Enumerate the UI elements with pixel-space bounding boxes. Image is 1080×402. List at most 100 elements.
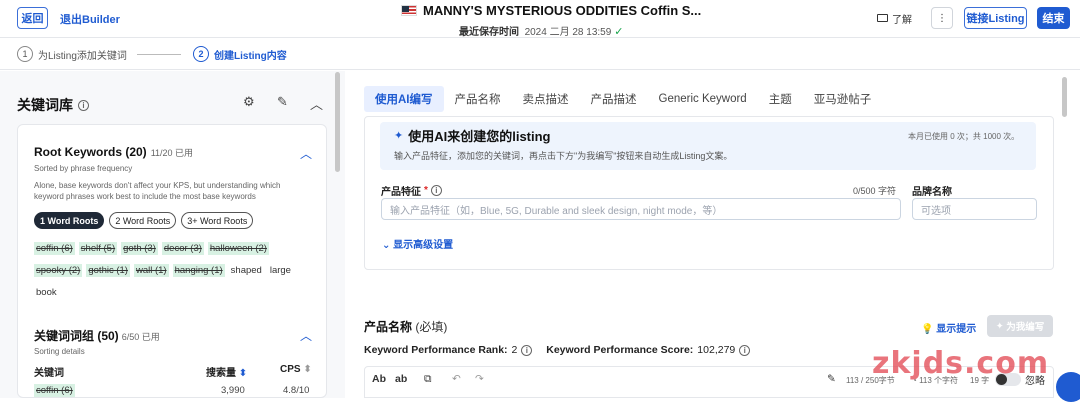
capitalize-button[interactable]: Ab [372, 373, 386, 385]
keyword-library-title: 关键词库 [17, 97, 73, 113]
column-cps[interactable]: CPS ⬍ [280, 364, 312, 375]
watermark: zkjds.com [872, 346, 1050, 381]
step-2[interactable]: 2 创建Listing内容 [193, 46, 287, 62]
root-keyword[interactable]: large [268, 264, 293, 277]
learn-button[interactable]: 了解 [871, 7, 918, 29]
tab-generic-keyword[interactable]: Generic Keyword [648, 86, 758, 112]
root-keyword[interactable]: spooky (2) [34, 264, 83, 277]
feature-char-count: 0/500 字符 [853, 186, 897, 196]
info-icon[interactable]: i [78, 99, 89, 111]
pencil-icon[interactable]: ✎ [827, 373, 836, 385]
root-keyword[interactable]: wall (1) [133, 264, 169, 277]
kps-label: Keyword Performance Score: [546, 344, 694, 356]
brand-input[interactable]: 可选项 [912, 198, 1037, 220]
ai-description: 输入产品特征，添加您的关键词，再点击下方"为我编写"按钮来自动生成Listing… [394, 151, 733, 161]
settings-icon[interactable]: ⚙ [243, 94, 255, 110]
write-for-me-button[interactable]: ✦ 为我编写 [987, 315, 1053, 337]
root-keyword[interactable]: shaped [229, 264, 264, 277]
step-1-label: 为Listing添加关键词 [38, 50, 127, 62]
feature-label-text: 产品特征 [381, 187, 421, 198]
keyword-group-label: 关键词词组 (50) [34, 329, 119, 343]
listing-title: MANNY'S MYSTERIOUS ODDITIES Coffin S... [401, 3, 701, 18]
column-volume[interactable]: 搜索量 ⬍ [206, 364, 247, 379]
step-2-label: 创建Listing内容 [214, 50, 287, 62]
lowercase-button[interactable]: ab [395, 373, 407, 385]
learn-label: 了解 [892, 14, 912, 26]
feature-label: 产品特征 * i [381, 183, 442, 198]
ai-title-text: 使用AI来创建您的listing [408, 129, 551, 144]
show-tips-label: 显示提示 [936, 324, 977, 335]
exit-builder-link[interactable]: 退出Builder [60, 11, 120, 27]
root-keyword-list-row2: spooky (2) gothic (1) wall (1) hanging (… [34, 264, 309, 277]
edit-icon[interactable]: ✎ [277, 94, 288, 110]
info-icon[interactable]: i [739, 344, 751, 356]
pill-1-word-roots[interactable]: 1 Word Roots [34, 212, 105, 229]
product-name-heading: 产品名称 (必填) [364, 318, 447, 335]
product-name-required: (必填) [415, 320, 448, 334]
tab-ai-write[interactable]: 使用AI编写 [364, 86, 444, 112]
undo-icon[interactable]: ↶ [452, 373, 461, 385]
finish-button[interactable]: 结束 [1037, 7, 1070, 29]
column-cps-label: CPS [280, 364, 301, 375]
sort-icon: ⬍ [238, 368, 248, 379]
more-options-button[interactable]: ⋮ [931, 7, 953, 29]
link-listing-button[interactable]: 链接Listing [964, 7, 1027, 29]
advanced-settings-toggle[interactable]: ⌄ 显示高级设置 [382, 236, 453, 251]
step-1[interactable]: 1 为Listing添加关键词 [17, 46, 127, 62]
step-1-number: 1 [17, 46, 33, 62]
root-keyword[interactable]: coffin (6) [34, 242, 75, 255]
root-description: Alone, base keywords don't affect your K… [34, 181, 281, 201]
left-scrollbar[interactable] [335, 72, 340, 172]
root-keyword[interactable]: gothic (1) [86, 264, 130, 277]
column-keyword[interactable]: 关键词 [34, 364, 64, 379]
tab-bullet-points[interactable]: 卖点描述 [512, 86, 580, 112]
redo-icon[interactable]: ↷ [475, 373, 484, 385]
info-icon[interactable]: i [521, 344, 533, 356]
kpr-label: Keyword Performance Rank: [364, 344, 508, 356]
tab-product-name[interactable]: 产品名称 [444, 86, 512, 112]
last-saved: 最近保存时间 2024 二月 28 13:59 ✓ [459, 23, 624, 38]
row-keyword-tag: coffin (6) [34, 384, 75, 397]
step-2-number: 2 [193, 46, 209, 62]
keyword-performance: Keyword Performance Rank: 2 i Keyword Perf… [364, 344, 751, 356]
copy-icon[interactable]: ⧉ [424, 373, 432, 386]
pill-3-word-roots[interactable]: 3+ Word Roots [181, 212, 254, 229]
product-feature-input[interactable]: 输入产品特征（如，Blue, 5G, Durable and sleek des… [381, 198, 901, 220]
tab-amazon-posts[interactable]: 亚马逊帖子 [803, 86, 883, 112]
keyword-library-heading: 关键词库 i [17, 95, 89, 115]
table-row-keyword[interactable]: coffin (6) [34, 384, 75, 397]
sort-icon: ⬍ [303, 364, 312, 375]
info-icon[interactable]: i [430, 185, 442, 196]
root-keyword[interactable]: halloween (2) [207, 242, 269, 255]
step-divider [137, 54, 181, 55]
pill-2-word-roots[interactable]: 2 Word Roots [109, 212, 177, 229]
root-keyword[interactable]: goth (3) [121, 242, 158, 255]
check-icon: ✓ [614, 26, 624, 38]
table-row-cps: 4.8/10 [283, 385, 310, 396]
table-row-volume: 3,990 [221, 385, 245, 396]
root-sorted-text: Sorted by phrase frequency [34, 164, 133, 173]
kpr-value: 2 [511, 344, 518, 356]
ai-usage: 本月已使用 0 次；共 1000 次。 [908, 132, 1020, 141]
back-button[interactable]: 返回 [17, 7, 48, 29]
tab-description[interactable]: 产品描述 [580, 86, 648, 112]
root-collapse-chevron-icon[interactable]: ︿ [300, 145, 312, 162]
right-scrollbar[interactable] [1062, 77, 1067, 117]
collapse-chevron-icon[interactable]: ︿ [310, 94, 323, 113]
show-tips-button[interactable]: 💡 显示提示 [921, 320, 976, 335]
root-keywords-label: Root Keywords (20) [34, 145, 147, 159]
write-for-me-label: 为我编写 [1006, 322, 1045, 333]
tab-theme[interactable]: 主题 [758, 86, 803, 112]
root-keyword[interactable]: hanging (1) [172, 264, 225, 277]
sorting-details[interactable]: Sorting details [34, 346, 85, 357]
keyword-group-title: 关键词词组 (50) 6/50 已用 [34, 327, 160, 344]
root-keyword[interactable]: book [34, 286, 59, 299]
keyword-group-used: 6/50 已用 [121, 332, 160, 342]
product-name-title: 产品名称 [364, 320, 413, 334]
root-keywords-used: 11/20 已用 [150, 148, 194, 158]
root-keyword[interactable]: decor (3) [161, 242, 204, 255]
root-keyword[interactable]: shelf (5) [78, 242, 118, 255]
us-flag-icon [401, 5, 417, 16]
advanced-label: 显示高级设置 [393, 240, 454, 251]
group-collapse-chevron-icon[interactable]: ︿ [300, 327, 312, 344]
